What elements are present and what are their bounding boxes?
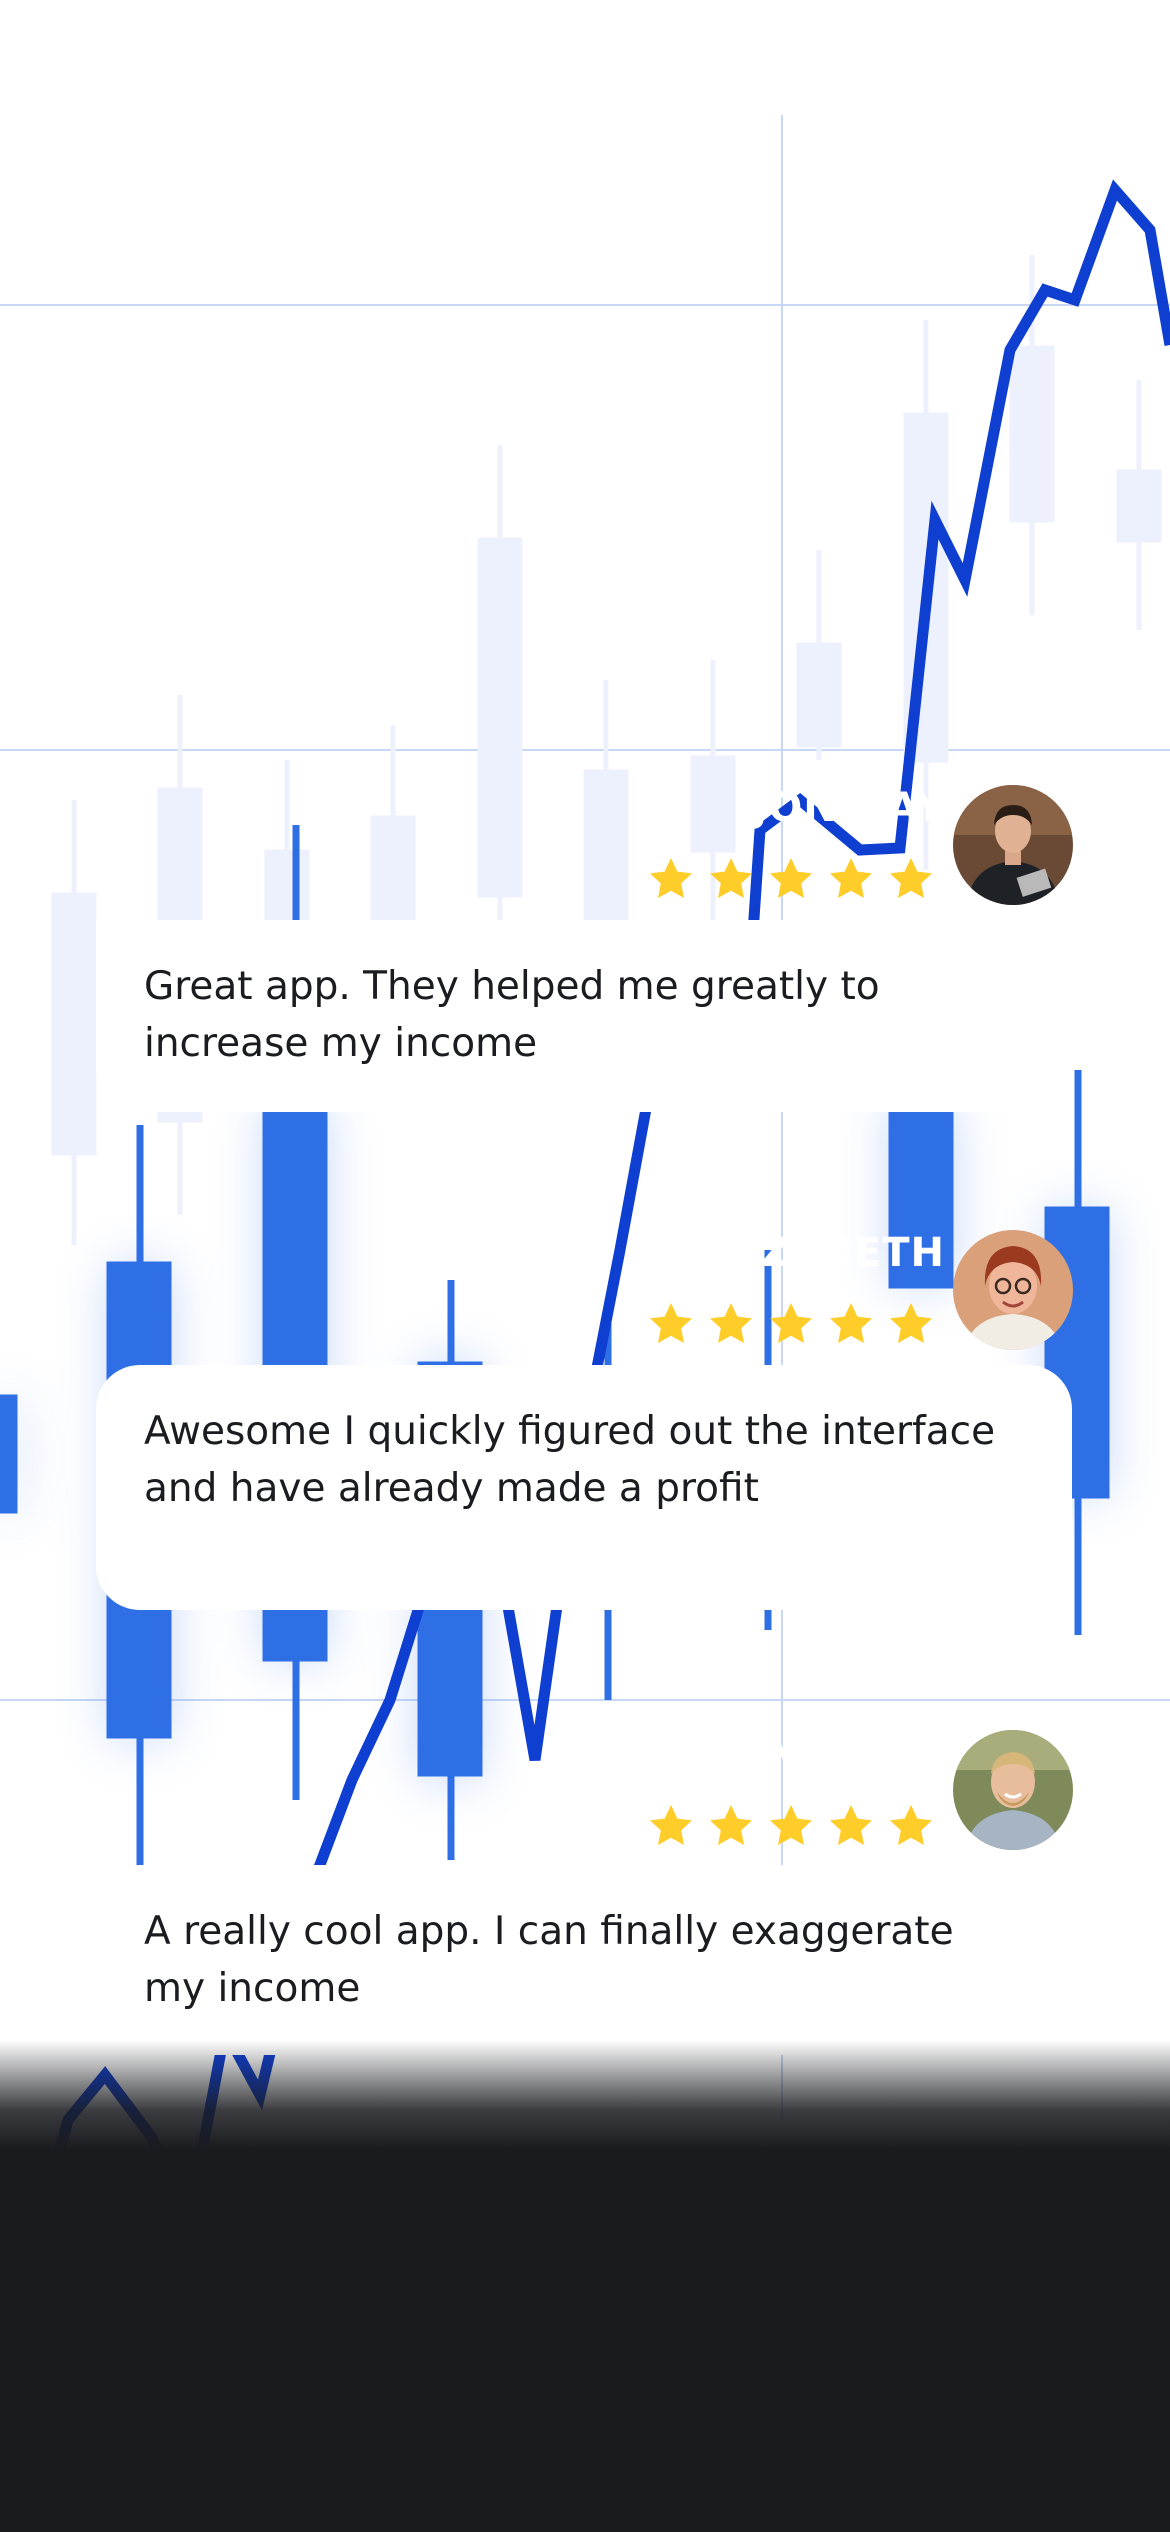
star-rating <box>646 855 936 903</box>
bottom-bar <box>0 2040 1170 2532</box>
reviewer-name: JOHN HUNT <box>679 1730 945 1776</box>
star-icon <box>650 1805 692 1845</box>
star-icon <box>890 1303 932 1343</box>
review-text: A really cool app. I can finally exagger… <box>144 1909 954 2011</box>
review-text: Great app. They helped me greatly to inc… <box>144 964 880 1066</box>
star-rating <box>646 1802 936 1850</box>
avatar <box>953 785 1073 905</box>
avatar <box>953 1730 1073 1850</box>
star-icon <box>890 858 932 898</box>
star-icon <box>830 858 872 898</box>
star-icon <box>710 858 752 898</box>
star-rating <box>646 1300 936 1348</box>
avatar <box>953 1230 1073 1350</box>
star-icon <box>830 1805 872 1845</box>
review-card: Great app. They helped me greatly to inc… <box>96 920 1072 1112</box>
review-card: A really cool app. I can finally exagger… <box>96 1865 1072 2055</box>
reviewer-name: JON DAY <box>752 785 945 831</box>
star-icon <box>890 1805 932 1845</box>
star-icon <box>830 1303 872 1343</box>
review-card: Awesome I quickly figured out the interf… <box>96 1365 1072 1610</box>
star-icon <box>650 858 692 898</box>
star-icon <box>770 1805 812 1845</box>
star-icon <box>710 1303 752 1343</box>
star-icon <box>770 1303 812 1343</box>
star-icon <box>650 1303 692 1343</box>
review-text: Awesome I quickly figured out the interf… <box>144 1409 996 1511</box>
reviewer-name: ELIZABETH <box>689 1230 945 1276</box>
star-icon <box>710 1805 752 1845</box>
star-icon <box>770 858 812 898</box>
